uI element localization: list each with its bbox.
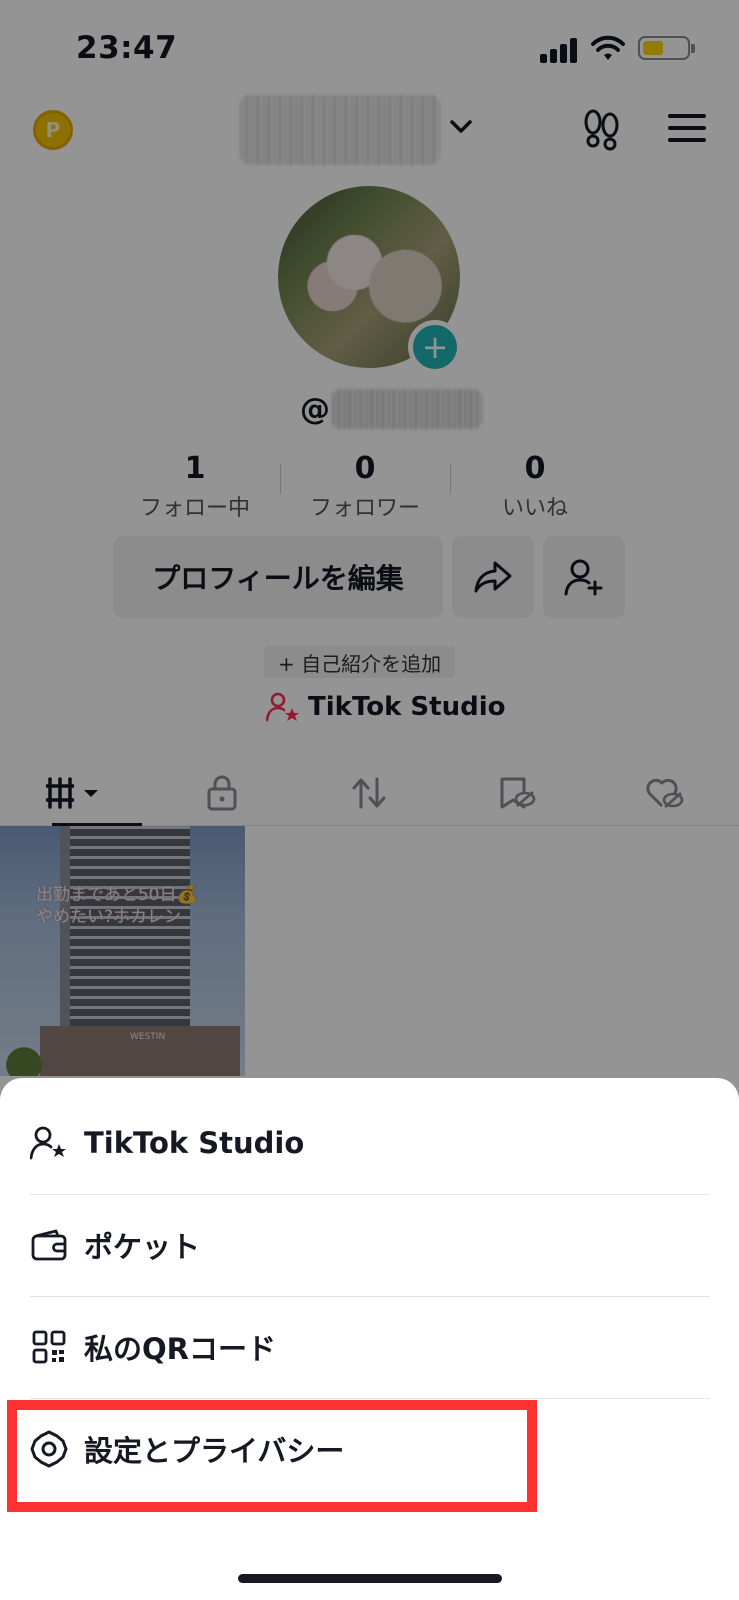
person-star-icon xyxy=(30,1124,68,1162)
menu-item-label: 私のQRコード xyxy=(84,1332,276,1366)
menu-item-label: ポケット xyxy=(84,1230,201,1264)
qr-code-icon xyxy=(30,1328,68,1366)
menu-item-pocket[interactable]: ポケット xyxy=(0,1194,739,1296)
menu-item-label: TikTok Studio xyxy=(84,1126,305,1160)
wallet-icon xyxy=(30,1226,68,1264)
menu-item-qr-code[interactable]: 私のQRコード xyxy=(0,1296,739,1398)
bottom-sheet-menu: TikTok Studio ポケット 私のQRコード 設定とプライバシー xyxy=(0,1078,739,1600)
menu-item-tiktok-studio[interactable]: TikTok Studio xyxy=(0,1092,739,1194)
home-indicator[interactable] xyxy=(238,1574,502,1583)
highlight-box xyxy=(7,1400,537,1512)
